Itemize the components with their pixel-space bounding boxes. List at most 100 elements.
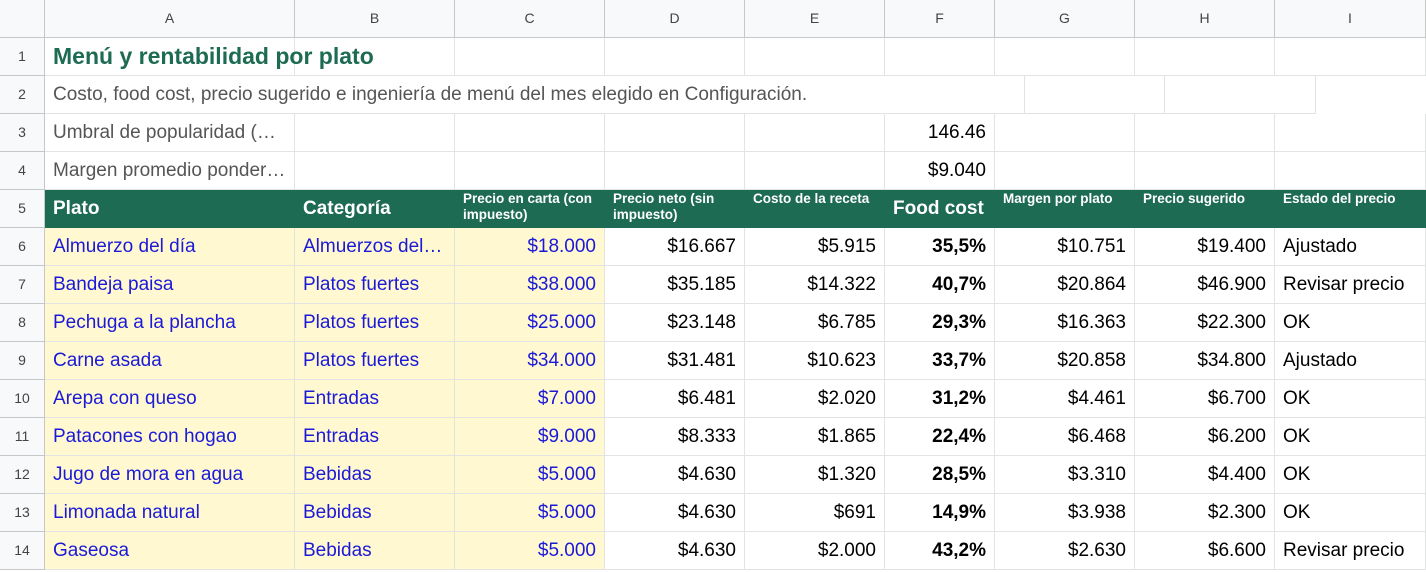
row-header[interactable]: 2: [0, 76, 45, 114]
row-header[interactable]: 6: [0, 228, 45, 266]
plato-cell[interactable]: Gaseosa: [45, 532, 295, 570]
margen-cell[interactable]: $20.864: [995, 266, 1135, 304]
row-header[interactable]: 9: [0, 342, 45, 380]
cell[interactable]: [745, 114, 885, 152]
column-header-b[interactable]: B: [295, 0, 455, 38]
row-header[interactable]: 8: [0, 304, 45, 342]
header-estado[interactable]: Estado del precio: [1275, 190, 1426, 228]
categoria-cell[interactable]: Platos fuertes: [295, 342, 455, 380]
page-title[interactable]: Menú y rentabilidad por plato: [45, 38, 374, 76]
plato-cell[interactable]: Limonada natural: [45, 494, 295, 532]
costo-receta-cell[interactable]: $2.020: [745, 380, 885, 418]
cell[interactable]: [295, 38, 455, 76]
page-subtitle[interactable]: Costo, food cost, precio sugerido e inge…: [45, 76, 885, 114]
costo-receta-cell[interactable]: $2.000: [745, 532, 885, 570]
precio-carta-cell[interactable]: $25.000: [455, 304, 605, 342]
precio-carta-cell[interactable]: $18.000: [455, 228, 605, 266]
categoria-cell[interactable]: Bebidas: [295, 456, 455, 494]
cell[interactable]: [455, 38, 605, 76]
margen-cell[interactable]: $4.461: [995, 380, 1135, 418]
cell[interactable]: [295, 152, 455, 190]
margen-cell[interactable]: $2.630: [995, 532, 1135, 570]
precio-carta-cell[interactable]: $5.000: [455, 532, 605, 570]
row-header[interactable]: 11: [0, 418, 45, 456]
cell[interactable]: [745, 152, 885, 190]
precio-neto-cell[interactable]: $35.185: [605, 266, 745, 304]
estado-cell[interactable]: OK: [1275, 418, 1426, 456]
food-cost-cell[interactable]: 31,2%: [885, 380, 995, 418]
food-cost-cell[interactable]: 22,4%: [885, 418, 995, 456]
popularity-threshold-label[interactable]: Umbral de popularidad (70% del promedio): [45, 114, 295, 152]
estado-cell[interactable]: Ajustado: [1275, 342, 1426, 380]
food-cost-cell[interactable]: 29,3%: [885, 304, 995, 342]
categoria-cell[interactable]: Bebidas: [295, 532, 455, 570]
precio-sugerido-cell[interactable]: $34.800: [1135, 342, 1275, 380]
precio-carta-cell[interactable]: $34.000: [455, 342, 605, 380]
plato-cell[interactable]: Bandeja paisa: [45, 266, 295, 304]
food-cost-cell[interactable]: 40,7%: [885, 266, 995, 304]
estado-cell[interactable]: Revisar precio: [1275, 266, 1426, 304]
estado-cell[interactable]: OK: [1275, 304, 1426, 342]
row-header[interactable]: 14: [0, 532, 45, 570]
food-cost-cell[interactable]: 35,5%: [885, 228, 995, 266]
costo-receta-cell[interactable]: $1.320: [745, 456, 885, 494]
header-precio-neto[interactable]: Precio neto (sin impuesto): [605, 190, 745, 228]
precio-neto-cell[interactable]: $4.630: [605, 532, 745, 570]
costo-receta-cell[interactable]: $5.915: [745, 228, 885, 266]
precio-sugerido-cell[interactable]: $46.900: [1135, 266, 1275, 304]
plato-cell[interactable]: Almuerzo del día: [45, 228, 295, 266]
cell[interactable]: [1135, 38, 1275, 76]
plato-cell[interactable]: Jugo de mora en agua: [45, 456, 295, 494]
precio-neto-cell[interactable]: $23.148: [605, 304, 745, 342]
header-food-cost[interactable]: Food cost: [885, 190, 995, 228]
header-precio-carta[interactable]: Precio en carta (con impuesto): [455, 190, 605, 228]
precio-neto-cell[interactable]: $31.481: [605, 342, 745, 380]
precio-sugerido-cell[interactable]: $6.700: [1135, 380, 1275, 418]
plato-cell[interactable]: Carne asada: [45, 342, 295, 380]
cell[interactable]: [605, 38, 745, 76]
row-header[interactable]: 1: [0, 38, 45, 76]
cell[interactable]: [885, 76, 1025, 114]
header-margen[interactable]: Margen por plato: [995, 190, 1135, 228]
food-cost-cell[interactable]: 33,7%: [885, 342, 995, 380]
plato-cell[interactable]: Pechuga a la plancha: [45, 304, 295, 342]
precio-carta-cell[interactable]: $7.000: [455, 380, 605, 418]
categoria-cell[interactable]: Entradas: [295, 418, 455, 456]
categoria-cell[interactable]: Almuerzos del día: [295, 228, 455, 266]
precio-carta-cell[interactable]: $5.000: [455, 456, 605, 494]
estado-cell[interactable]: OK: [1275, 456, 1426, 494]
plato-cell[interactable]: Patacones con hogao: [45, 418, 295, 456]
margen-cell[interactable]: $3.938: [995, 494, 1135, 532]
costo-receta-cell[interactable]: $14.322: [745, 266, 885, 304]
header-precio-sugerido[interactable]: Precio sugerido: [1135, 190, 1275, 228]
estado-cell[interactable]: OK: [1275, 494, 1426, 532]
cell[interactable]: [1275, 152, 1426, 190]
categoria-cell[interactable]: Entradas: [295, 380, 455, 418]
cell[interactable]: [1165, 76, 1316, 114]
popularity-threshold-value[interactable]: 146.46: [885, 114, 995, 152]
column-header-i[interactable]: I: [1275, 0, 1426, 38]
food-cost-cell[interactable]: 28,5%: [885, 456, 995, 494]
row-header[interactable]: 5: [0, 190, 45, 228]
row-header[interactable]: 13: [0, 494, 45, 532]
precio-sugerido-cell[interactable]: $6.600: [1135, 532, 1275, 570]
column-header-c[interactable]: C: [455, 0, 605, 38]
precio-sugerido-cell[interactable]: $4.400: [1135, 456, 1275, 494]
cell[interactable]: [1135, 152, 1275, 190]
precio-neto-cell[interactable]: $4.630: [605, 494, 745, 532]
column-header-a[interactable]: A: [45, 0, 295, 38]
precio-sugerido-cell[interactable]: $6.200: [1135, 418, 1275, 456]
cell[interactable]: [995, 152, 1135, 190]
margen-cell[interactable]: $10.751: [995, 228, 1135, 266]
precio-neto-cell[interactable]: $8.333: [605, 418, 745, 456]
costo-receta-cell[interactable]: $1.865: [745, 418, 885, 456]
categoria-cell[interactable]: Platos fuertes: [295, 266, 455, 304]
precio-neto-cell[interactable]: $6.481: [605, 380, 745, 418]
header-categoria[interactable]: Categoría: [295, 190, 455, 228]
categoria-cell[interactable]: Platos fuertes: [295, 304, 455, 342]
estado-cell[interactable]: Revisar precio: [1275, 532, 1426, 570]
cell[interactable]: [455, 114, 605, 152]
precio-carta-cell[interactable]: $5.000: [455, 494, 605, 532]
cell[interactable]: [1275, 114, 1426, 152]
header-plato[interactable]: Plato: [45, 190, 295, 228]
